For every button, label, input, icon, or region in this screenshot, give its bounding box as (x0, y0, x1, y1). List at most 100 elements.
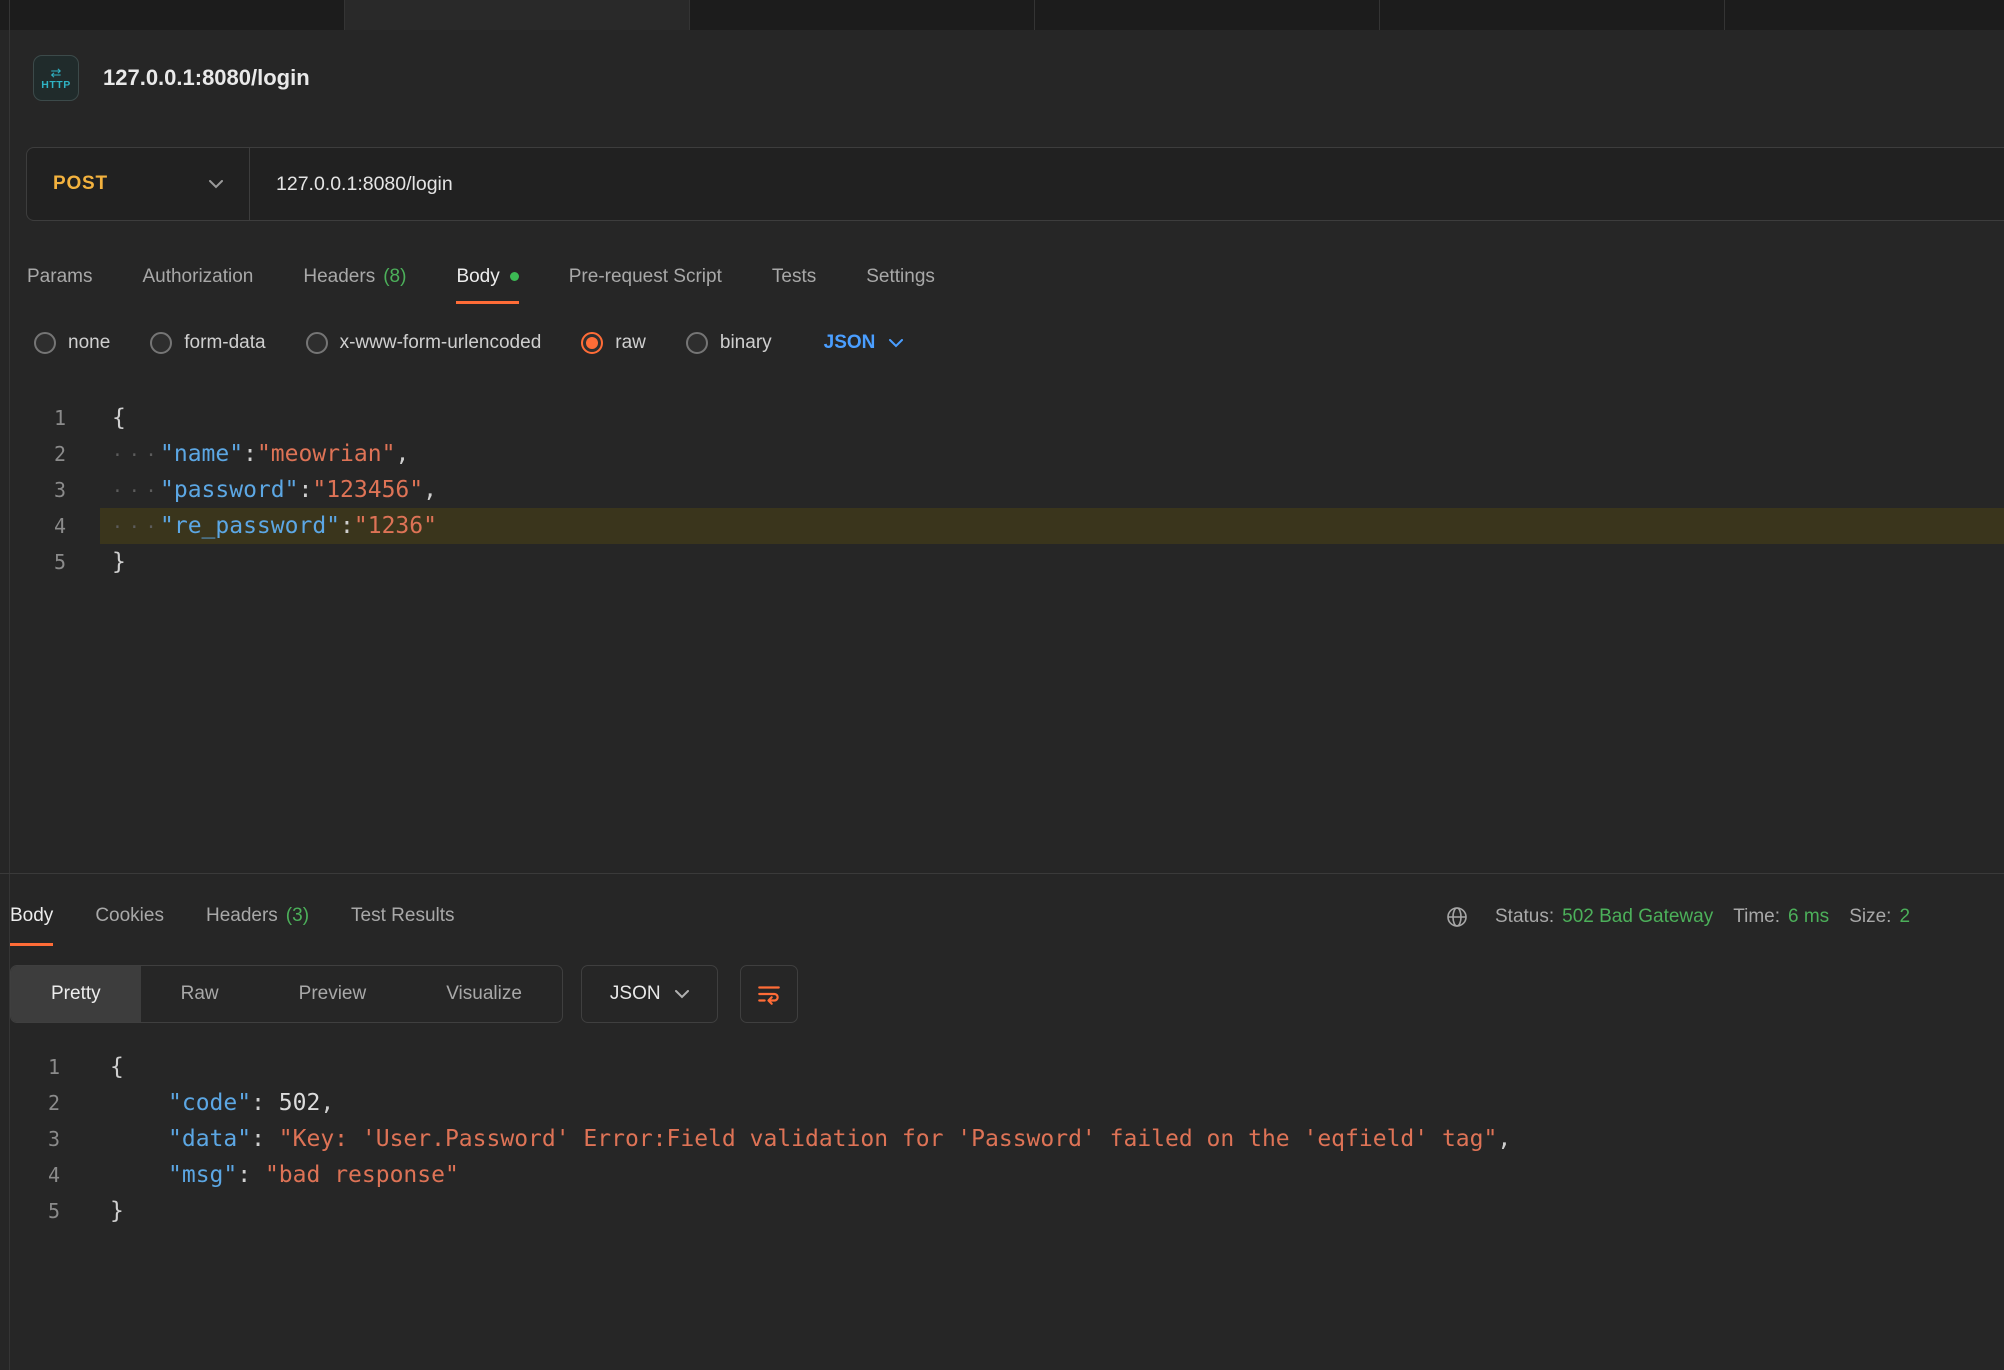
view-mode-preview[interactable]: Preview (259, 966, 407, 1022)
http-request-icon: ⇄ HTTP (33, 55, 79, 101)
line-number: 4 (0, 1157, 96, 1193)
tab-tests[interactable]: Tests (772, 252, 816, 304)
tab-label: Body (10, 905, 53, 927)
wrap-text-icon (756, 981, 782, 1007)
code-content: } (96, 1193, 2004, 1229)
chevron-down-icon (889, 339, 903, 348)
url-input[interactable]: 127.0.0.1:8080/login (250, 173, 453, 196)
method-label: POST (53, 173, 108, 195)
network-globe-icon[interactable] (1445, 905, 1469, 929)
response-body-viewer[interactable]: 1 {2"code": 502,3"data": "Key: 'User.Pass… (0, 1049, 2004, 1229)
token-punct: , (395, 441, 409, 467)
token-str: "123456" (312, 477, 423, 503)
code-line: 4"msg": "bad response" (0, 1157, 2004, 1193)
time-label: Time: (1733, 906, 1780, 928)
token-punct: , (423, 477, 437, 503)
code-content: "data": "Key: 'User.Password' Error:Fiel… (96, 1121, 2004, 1157)
token-punct: : (243, 441, 257, 467)
body-type-raw[interactable]: raw (581, 332, 646, 354)
tab-pre-request-script[interactable]: Pre-request Script (569, 252, 722, 304)
workspace-tab-bar (0, 0, 2004, 30)
body-type-x-www-form-urlencoded[interactable]: x-www-form-urlencoded (306, 332, 542, 354)
body-type-label: none (68, 332, 110, 354)
body-type-label: form-data (184, 332, 265, 354)
code-content: "code": 502, (96, 1085, 2004, 1121)
radio-icon (34, 332, 56, 354)
token-punct: : (251, 1090, 279, 1116)
radio-icon (581, 332, 603, 354)
line-number: 2 (0, 1085, 96, 1121)
tab-body[interactable]: Body (456, 252, 518, 304)
response-format-label: JSON (610, 983, 661, 1005)
token-key: "data" (168, 1126, 251, 1152)
wrap-text-button[interactable] (740, 965, 798, 1023)
view-mode-switch: PrettyRawPreviewVisualize (10, 965, 563, 1023)
tab-test-results[interactable]: Test Results (351, 888, 454, 946)
code-content: ···"password":"123456", (100, 472, 2004, 508)
line-number: 1 (0, 1049, 96, 1085)
code-line: 3···"password":"123456", (0, 472, 2004, 508)
tab-label: Test Results (351, 905, 454, 927)
workspace-tab[interactable] (1380, 0, 1725, 30)
workspace-tab[interactable] (1725, 0, 2004, 30)
body-type-none[interactable]: none (34, 332, 110, 354)
tab-count: (3) (286, 905, 309, 927)
token-str: "1236" (354, 513, 437, 539)
code-line: 3"data": "Key: 'User.Password' Error:Fie… (0, 1121, 2004, 1157)
code-content: ···"re_password":"1236" (100, 508, 2004, 544)
tab-cookies[interactable]: Cookies (95, 888, 164, 946)
token-key: "password" (160, 477, 298, 503)
response-meta: Status: 502 Bad Gateway Time: 6 ms Size:… (1445, 888, 1910, 946)
code-line: 1{ (0, 400, 2004, 436)
code-content: { (96, 1049, 2004, 1085)
radio-icon (686, 332, 708, 354)
workspace-tab[interactable] (690, 0, 1035, 30)
line-number: 4 (0, 508, 100, 544)
body-format-label: JSON (824, 332, 876, 354)
token-punct: : (251, 1126, 279, 1152)
indent-guide: ··· (112, 510, 160, 546)
workspace-tab[interactable] (0, 0, 345, 30)
code-content: { (100, 400, 2004, 436)
arrows-icon: ⇄ (51, 66, 62, 79)
radio-icon (150, 332, 172, 354)
size-label: Size: (1849, 906, 1891, 928)
token-punct: , (320, 1090, 334, 1116)
tab-headers[interactable]: Headers(8) (303, 252, 406, 304)
workspace-tab[interactable] (1035, 0, 1380, 30)
workspace-tab[interactable] (345, 0, 690, 30)
body-type-form-data[interactable]: form-data (150, 332, 265, 354)
token-key: "name" (160, 441, 243, 467)
response-format-selector[interactable]: JSON (581, 965, 718, 1023)
view-mode-pretty[interactable]: Pretty (11, 966, 141, 1022)
view-mode-raw[interactable]: Raw (141, 966, 259, 1022)
token-key: "code" (168, 1090, 251, 1116)
tab-authorization[interactable]: Authorization (142, 252, 253, 304)
chevron-down-icon (675, 990, 689, 999)
token-str: "meowrian" (257, 441, 395, 467)
line-number: 3 (0, 472, 100, 508)
tab-body[interactable]: Body (10, 888, 53, 946)
request-tabs: Params Authorization Headers(8) Body Pre-req… (27, 252, 935, 304)
token-punct: } (112, 549, 126, 575)
line-number: 5 (0, 1193, 96, 1229)
body-type-binary[interactable]: binary (686, 332, 772, 354)
token-punct: : (298, 477, 312, 503)
app-window: ⇄ HTTP 127.0.0.1:8080/login POST 127.0.0… (0, 0, 2004, 1370)
status-label: Status: (1495, 906, 1554, 928)
tab-headers[interactable]: Headers(3) (206, 888, 309, 946)
method-selector[interactable]: POST (27, 148, 249, 220)
request-title-row: ⇄ HTTP 127.0.0.1:8080/login (33, 55, 310, 101)
token-punct: { (110, 1054, 124, 1080)
body-type-label: x-www-form-urlencoded (340, 332, 542, 354)
chevron-down-icon (209, 180, 223, 189)
body-format-selector[interactable]: JSON (824, 332, 904, 354)
tab-label: Headers (303, 266, 375, 288)
token-punct: , (1497, 1126, 1511, 1152)
tab-params[interactable]: Params (27, 252, 92, 304)
view-mode-visualize[interactable]: Visualize (406, 966, 562, 1022)
http-badge-label: HTTP (41, 80, 70, 91)
request-body-editor[interactable]: 1{2···"name":"meowrian",3···"password":"… (0, 400, 2004, 580)
tab-settings[interactable]: Settings (866, 252, 935, 304)
line-number: 2 (0, 436, 100, 472)
